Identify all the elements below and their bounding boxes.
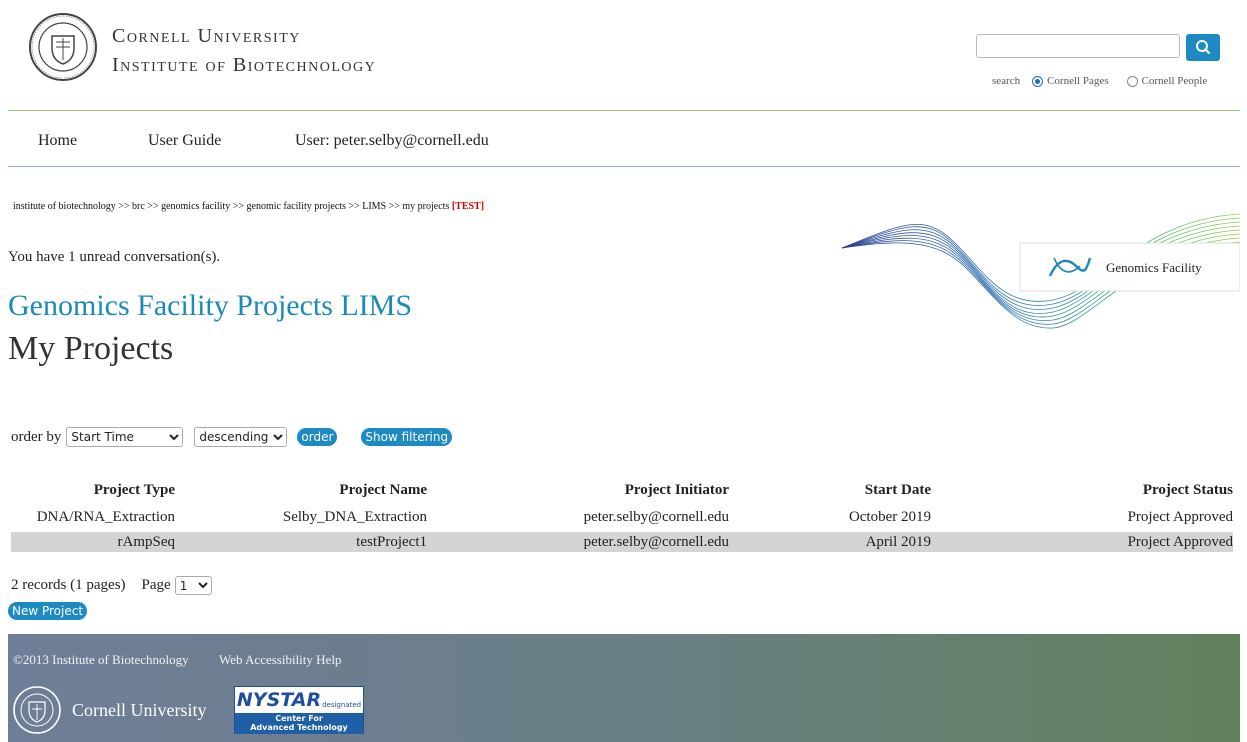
radio-cornell-people[interactable]: [1126, 75, 1138, 87]
breadcrumb: institute of biotechnology >> brc >> gen…: [13, 201, 484, 212]
col-project-initiator[interactable]: Project Initiator: [427, 478, 729, 502]
nystar-logo[interactable]: NYSTAR designated Center For Advanced Tec…: [234, 686, 364, 734]
order-field-select[interactable]: Start Time: [66, 427, 184, 447]
radio-cornell-people-label[interactable]: Cornell People: [1142, 75, 1208, 87]
footer: ©2013 Institute of Biotechnology Web Acc…: [8, 634, 1240, 742]
new-project-button[interactable]: New Project: [8, 602, 88, 620]
footer-copyright[interactable]: ©2013 Institute of Biotechnology: [13, 652, 189, 668]
footer-cornell-seal-logo[interactable]: [12, 685, 62, 735]
footer-cornell-name[interactable]: Cornell University: [72, 700, 206, 721]
search-icon: [1196, 40, 1211, 55]
cornell-seal-logo[interactable]: [28, 12, 98, 82]
cell-project-status: Project Approved: [1127, 508, 1233, 525]
order-direction-select[interactable]: descending: [194, 427, 288, 447]
nav-divider: [8, 166, 1240, 167]
search-scope: search Cornell Pages Cornell People: [992, 75, 1207, 87]
cell-project-status: Project Approved: [931, 532, 1233, 552]
nystar-line-1: Center For: [275, 714, 323, 723]
col-project-name[interactable]: Project Name: [175, 478, 427, 502]
radio-cornell-pages-label[interactable]: Cornell Pages: [1047, 75, 1108, 87]
cell-project-name[interactable]: testProject1: [175, 532, 427, 552]
col-project-type[interactable]: Project Type: [11, 478, 175, 502]
nav-home[interactable]: Home: [38, 132, 77, 150]
cell-project-name[interactable]: Selby_DNA_Extraction: [175, 502, 427, 532]
search-button[interactable]: [1186, 34, 1220, 61]
new-project-wrapper: New Project: [8, 600, 88, 620]
institute-name: Institute of Biotechnology: [112, 54, 377, 76]
show-filtering-button[interactable]: Show filtering: [361, 428, 453, 446]
table-row[interactable]: rAmpSeq testProject1 peter.selby@cornell…: [11, 532, 1233, 552]
page-title: Genomics Facility Projects LIMS: [8, 289, 413, 322]
order-button[interactable]: order: [297, 428, 338, 446]
order-controls: order by Start Time descending order Sho…: [11, 427, 453, 447]
table-row[interactable]: DNA/RNA_Extraction Selby_DNA_Extraction …: [11, 502, 1233, 532]
nystar-wordmark: NYSTAR: [236, 689, 322, 711]
order-by-label: order by: [11, 428, 62, 445]
cell-start-date: April 2019: [729, 532, 931, 552]
page-label: Page: [141, 577, 171, 593]
col-start-date[interactable]: Start Date: [729, 478, 931, 502]
nystar-line-2: Advanced Technology: [250, 723, 348, 732]
col-project-status[interactable]: Project Status: [931, 478, 1233, 502]
breadcrumb-trail[interactable]: institute of biotechnology >> brc >> gen…: [13, 201, 449, 212]
cell-start-date: October 2019: [848, 508, 931, 525]
search-input[interactable]: [976, 34, 1180, 58]
banner-label: Genomics Facility: [1106, 260, 1202, 275]
university-name: Cornell University: [112, 25, 301, 47]
cell-project-type: DNA/RNA_Extraction: [36, 508, 175, 525]
nav-user[interactable]: User: peter.selby@cornell.edu: [295, 132, 489, 150]
genomics-banner: Genomics Facility: [838, 212, 1241, 336]
nystar-designated: designated: [322, 701, 362, 709]
projects-table: Project Type Project Name Project Initia…: [11, 478, 1233, 552]
header-institution[interactable]: Cornell University Institute of Biotechn…: [112, 22, 376, 80]
pagination: 2 records (1 pages) Page 1: [11, 576, 212, 595]
nav-user-guide[interactable]: User Guide: [148, 132, 221, 150]
page-subtitle: My Projects: [8, 330, 174, 367]
cell-project-type: rAmpSeq: [11, 532, 175, 552]
search-label: search: [992, 75, 1021, 87]
test-badge: [TEST]: [451, 201, 485, 212]
radio-cornell-pages[interactable]: [1032, 75, 1044, 87]
header-divider: [8, 110, 1240, 111]
table-header-row: Project Type Project Name Project Initia…: [11, 478, 1233, 502]
record-count: 2 records (1 pages): [11, 577, 126, 593]
cell-project-initiator: peter.selby@cornell.edu: [583, 508, 729, 525]
unread-notice[interactable]: You have 1 unread conversation(s).: [8, 249, 220, 266]
main-nav: Home User Guide User: peter.selby@cornel…: [8, 112, 1240, 166]
page-select[interactable]: 1: [174, 576, 212, 595]
cell-project-initiator: peter.selby@cornell.edu: [427, 532, 729, 552]
footer-accessibility-link[interactable]: Web Accessibility Help: [219, 652, 341, 668]
